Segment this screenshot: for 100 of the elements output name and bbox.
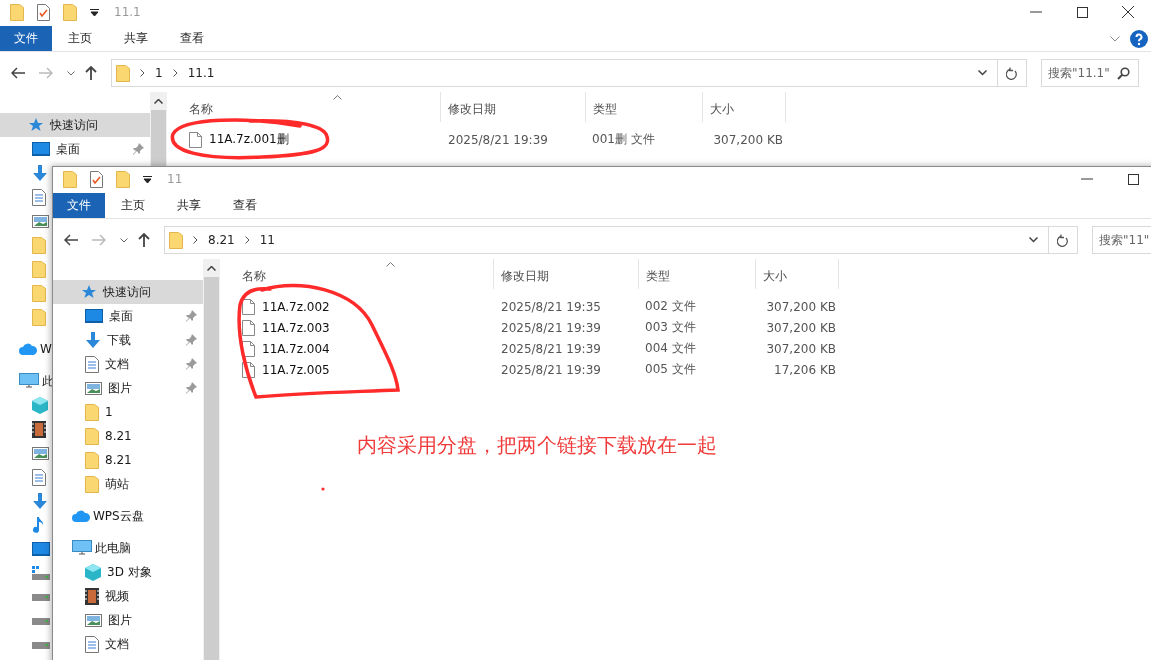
- sidebar-label: 桌面: [56, 140, 80, 158]
- sidebar-label: 此电脑: [95, 539, 131, 557]
- breadcrumb[interactable]: 1: [155, 66, 163, 80]
- scrollbar[interactable]: [203, 259, 220, 660]
- table-cell-text: 005 文件: [644, 361, 697, 378]
- maximize-icon[interactable]: [1076, 6, 1088, 18]
- search-field[interactable]: 搜索"11": [1092, 226, 1151, 254]
- file-name[interactable]: 11A.7z.005: [262, 362, 330, 377]
- sidebar-item[interactable]: 萌站: [53, 472, 129, 496]
- sidebar-item[interactable]: 1: [53, 400, 113, 424]
- search-icon: [1117, 66, 1130, 80]
- chevron-down-icon[interactable]: [1029, 237, 1038, 243]
- help-icon[interactable]: [1130, 29, 1148, 48]
- address-bar[interactable]: 1 11.1: [111, 59, 998, 87]
- refresh-button[interactable]: [1049, 226, 1078, 254]
- sidebar-item[interactable]: 8.21: [53, 448, 132, 472]
- address-bar[interactable]: 8.21 11: [164, 226, 1049, 254]
- breadcrumb[interactable]: 11: [259, 233, 275, 247]
- scroll-up-icon[interactable]: [154, 99, 163, 104]
- sidebar-item[interactable]: WPS云盘: [53, 504, 144, 528]
- dropdown-icon[interactable]: [90, 8, 99, 16]
- search-field[interactable]: 搜索"11.1": [1041, 59, 1139, 87]
- ribbon-tab[interactable]: 文件: [0, 26, 52, 51]
- cloud-icon: [19, 343, 37, 355]
- ribbon-tab[interactable]: 查看: [217, 193, 273, 218]
- chevron-right-icon[interactable]: [193, 236, 198, 244]
- chevron-right-icon[interactable]: [140, 69, 145, 77]
- sidebar-item[interactable]: 图片: [53, 608, 132, 632]
- column-header[interactable]: 类型: [639, 259, 756, 289]
- folder-icon: [32, 308, 46, 326]
- sort-up-icon: [333, 95, 342, 100]
- sidebar-item[interactable]: 桌面: [53, 304, 203, 328]
- document-icon: [32, 468, 46, 486]
- file-name[interactable]: 11A.7z.001删: [209, 131, 289, 148]
- back-arrow-icon[interactable]: [64, 234, 78, 246]
- breadcrumb[interactable]: 8.21: [208, 233, 235, 247]
- sidebar-item[interactable]: 图片: [53, 376, 203, 400]
- annotation-text: 内容采用分盘，把两个链接下载放在一起: [357, 432, 717, 459]
- desktop-icon: [85, 309, 103, 323]
- file-name[interactable]: 11A.7z.004: [262, 341, 330, 356]
- properties-icon[interactable]: [37, 3, 50, 21]
- sidebar-item[interactable]: 文档: [53, 352, 203, 376]
- breadcrumb[interactable]: 11.1: [187, 66, 215, 80]
- dropdown-icon[interactable]: [143, 175, 152, 183]
- sidebar-item[interactable]: 快速访问: [0, 113, 150, 137]
- ribbon-tab[interactable]: 主页: [105, 193, 161, 218]
- drive-icon: [32, 593, 50, 601]
- chevron-down-icon[interactable]: [120, 237, 128, 243]
- chevron-down-icon[interactable]: [978, 70, 987, 76]
- column-header[interactable]: 名称: [189, 92, 441, 122]
- maximize-icon[interactable]: [1127, 173, 1139, 185]
- sidebar-item[interactable]: 3D 对象: [53, 560, 152, 584]
- ribbon-tab[interactable]: 共享: [108, 26, 164, 51]
- sidebar-label: 图片: [108, 611, 132, 629]
- scroll-up-icon[interactable]: [207, 266, 216, 271]
- folder-icon: [169, 231, 183, 249]
- back-arrow-icon[interactable]: [11, 67, 25, 79]
- column-header[interactable]: 名称: [242, 259, 494, 289]
- table-cell-text: 2025/8/21 19:39: [500, 362, 602, 377]
- table-cell-text: 307,200 KB: [765, 341, 836, 356]
- sidebar-item[interactable]: W: [0, 337, 52, 361]
- close-icon[interactable]: [1122, 6, 1134, 18]
- sidebar-label: WPS云盘: [93, 507, 144, 525]
- file-name[interactable]: 11A.7z.003: [262, 320, 330, 335]
- folder-icon: [32, 284, 46, 302]
- ribbon-tab[interactable]: 共享: [161, 193, 217, 218]
- up-arrow-icon[interactable]: [85, 66, 97, 80]
- column-header[interactable]: 修改日期: [494, 259, 639, 289]
- sidebar-item[interactable]: 快速访问: [53, 280, 203, 304]
- column-header[interactable]: 类型: [586, 92, 703, 122]
- sidebar-item[interactable]: 下载: [53, 328, 203, 352]
- sidebar-label: 8.21: [105, 429, 132, 443]
- sidebar-item[interactable]: 文档: [53, 632, 129, 656]
- column-header[interactable]: 修改日期: [441, 92, 586, 122]
- refresh-button[interactable]: [998, 59, 1027, 87]
- ribbon-tab[interactable]: 文件: [53, 193, 105, 218]
- folder-icon: [85, 403, 99, 421]
- column-header[interactable]: 大小: [703, 92, 786, 122]
- computer-icon: [72, 540, 92, 556]
- sidebar-label: 快速访问: [50, 116, 98, 134]
- ribbon-tab[interactable]: 查看: [164, 26, 220, 51]
- file-name[interactable]: 11A.7z.002: [262, 299, 330, 314]
- chevron-right-icon[interactable]: [172, 69, 178, 77]
- folder-icon: [116, 64, 130, 82]
- window-title: 11.1: [114, 5, 141, 19]
- properties-icon[interactable]: [90, 170, 103, 188]
- column-header[interactable]: 大小: [756, 259, 839, 289]
- down-arrow-icon: [32, 493, 48, 509]
- table-cell-text: 307,200 KB: [712, 132, 783, 147]
- sidebar-item[interactable]: 8.21: [53, 424, 132, 448]
- sidebar-item[interactable]: 此电脑: [53, 536, 131, 560]
- chevron-down-icon[interactable]: [67, 70, 75, 76]
- sidebar-label: 文档: [105, 635, 129, 653]
- refresh-icon: [1057, 233, 1069, 247]
- sidebar-item[interactable]: 桌面: [0, 137, 150, 161]
- ribbon-tab[interactable]: 主页: [52, 26, 108, 51]
- sidebar-item[interactable]: 视频: [53, 584, 129, 608]
- picture-icon: [32, 214, 49, 228]
- up-arrow-icon[interactable]: [138, 233, 150, 247]
- chevron-right-icon[interactable]: [244, 236, 250, 244]
